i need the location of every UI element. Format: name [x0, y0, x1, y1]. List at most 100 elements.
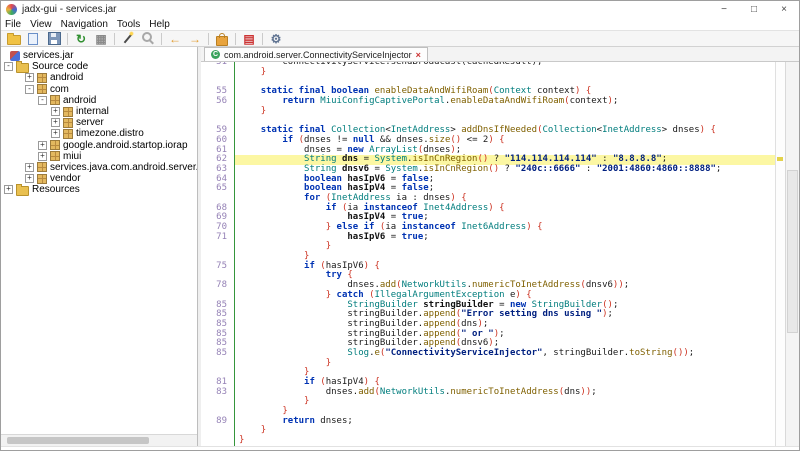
collapse-icon[interactable]: -	[38, 96, 47, 105]
line-number	[201, 426, 234, 436]
jar-icon	[10, 51, 20, 61]
tree-item-com[interactable]: -com	[1, 84, 197, 95]
collapse-icon[interactable]: -	[25, 85, 34, 94]
tree-item-android[interactable]: -android	[1, 95, 197, 106]
scrollbar-thumb[interactable]	[787, 170, 798, 333]
line-text: return dnses;	[234, 417, 775, 427]
expand-icon[interactable]: +	[25, 174, 34, 183]
tree-item-timezone-distro[interactable]: + timezone.distro	[1, 128, 197, 139]
tree-item-internal[interactable]: + internal	[1, 106, 197, 117]
tree-item-label: timezone.distro	[76, 128, 144, 139]
editor-body: 51 connectivityService.sendBroadcast(cac…	[201, 62, 799, 446]
expand-icon[interactable]: +	[38, 141, 47, 150]
line-text: return MiuiConfigCaptivePortal.enableDat…	[234, 97, 775, 107]
tree-item-miui[interactable]: + miui	[1, 151, 197, 162]
line-text: }	[234, 397, 775, 407]
expand-icon[interactable]: +	[4, 185, 13, 194]
menu-item-view[interactable]: View	[30, 19, 52, 30]
tree-item-google-android-startop-iorap[interactable]: +google.android.startop.iorap	[1, 140, 197, 151]
bottom-bar	[1, 446, 799, 451]
expand-icon[interactable]: +	[51, 129, 60, 138]
expand-icon[interactable]: +	[25, 163, 34, 172]
back-icon[interactable]: ←	[166, 31, 184, 46]
window-controls: −□×	[709, 1, 799, 18]
toolbar-separator	[161, 33, 162, 45]
highlight-marker[interactable]	[777, 157, 783, 161]
toolbar-separator	[208, 33, 209, 45]
vertical-scrollbar[interactable]	[785, 62, 799, 446]
scrollbar-thumb[interactable]	[7, 437, 149, 444]
tree-item-resources[interactable]: + Resources	[1, 184, 197, 195]
expand-icon[interactable]: +	[51, 118, 60, 127]
source-folder-icon	[16, 63, 29, 73]
menu-item-tools[interactable]: Tools	[117, 19, 140, 30]
forward-icon[interactable]: →	[186, 31, 204, 46]
line-number: 78	[201, 281, 234, 291]
package-icon	[63, 118, 73, 128]
tree-item-vendor[interactable]: + vendor	[1, 173, 197, 184]
code-lines: 51 connectivityService.sendBroadcast(cac…	[201, 62, 775, 446]
menu-item-file[interactable]: File	[5, 19, 21, 30]
line-text: }	[234, 107, 775, 117]
report-icon[interactable]: ▤	[240, 31, 258, 46]
code-line: }	[201, 107, 775, 117]
code-editor[interactable]: 51 connectivityService.sendBroadcast(cac…	[201, 62, 775, 446]
preferences-icon[interactable]: ⚙	[267, 31, 285, 46]
editor-tab[interactable]: C com.android.server.ConnectivityService…	[204, 47, 428, 61]
tab-close-icon[interactable]: ×	[416, 50, 421, 60]
package-icon	[50, 151, 60, 161]
line-number	[201, 107, 234, 117]
tree-item-server[interactable]: + server	[1, 117, 197, 128]
line-text: }	[234, 426, 775, 436]
tree-item-source-code[interactable]: - Source code	[1, 61, 197, 72]
tab-label: com.android.server.ConnectivityServiceIn…	[224, 50, 412, 60]
package-icon	[37, 174, 47, 184]
class-icon: C	[211, 50, 220, 59]
toolbar: ↻▦ ←→ ▤ ⚙	[1, 30, 799, 47]
tree-item-label: services.jar	[23, 50, 74, 61]
reload-icon[interactable]: ↻	[72, 31, 90, 46]
menu-item-help[interactable]: Help	[149, 19, 170, 30]
tree-item-services-java-com-android-server[interactable]: +services.java.com.android.server.	[1, 162, 197, 173]
expand-icon[interactable]: +	[51, 107, 60, 116]
line-number	[201, 436, 234, 446]
line-number: 71	[201, 233, 234, 243]
tree-item-label: server	[76, 117, 104, 128]
save-all-icon[interactable]	[45, 31, 63, 46]
package-icon	[63, 107, 73, 117]
tree-item-label: miui	[63, 151, 81, 162]
quark-wand-icon[interactable]	[119, 31, 137, 46]
minimize-button[interactable]: −	[709, 1, 739, 18]
line-text: }	[234, 68, 775, 78]
tree-item-services-jar[interactable]: services.jar	[1, 50, 197, 61]
tree-item-label: Source code	[32, 61, 88, 72]
close-button[interactable]: ×	[769, 1, 799, 18]
line-number: 89	[201, 417, 234, 427]
add-files-icon[interactable]	[25, 31, 43, 46]
tree-item-android[interactable]: +android	[1, 72, 197, 83]
code-line: }	[201, 426, 775, 436]
toolbar-separator	[67, 33, 68, 45]
search-icon[interactable]	[139, 31, 157, 46]
line-number	[201, 68, 234, 78]
code-line: 89 return dnses;	[201, 417, 775, 427]
package-icon	[50, 140, 60, 150]
line-number: 65	[201, 184, 234, 194]
line-text: }	[234, 242, 775, 252]
expand-icon[interactable]: +	[38, 152, 47, 161]
collapse-icon[interactable]: -	[4, 62, 13, 71]
menu-item-navigation[interactable]: Navigation	[61, 19, 108, 30]
maximize-button[interactable]: □	[739, 1, 769, 18]
open-file-icon[interactable]	[5, 31, 23, 46]
horizontal-scrollbar[interactable]	[1, 434, 197, 446]
jadx-logo-icon	[6, 4, 17, 15]
toolbar-separator	[114, 33, 115, 45]
tree-item-label: internal	[76, 106, 109, 117]
line-text: }	[234, 436, 775, 446]
expand-icon[interactable]: +	[25, 73, 34, 82]
log-viewer-icon[interactable]	[213, 31, 231, 46]
deobfuscation-icon[interactable]: ▦	[92, 31, 110, 46]
tree-item-label: vendor	[50, 173, 81, 184]
title-bar: jadx-gui - services.jar −□×	[1, 1, 799, 18]
tree-item-label: Resources	[32, 184, 80, 195]
